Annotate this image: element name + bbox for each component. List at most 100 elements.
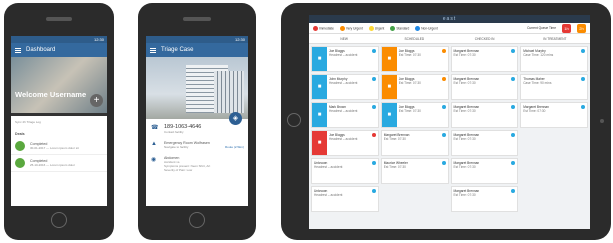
patient-avatar-icon: ■ [381, 103, 397, 127]
patient-card[interactable]: ■ Joe Bloggs Est Time: 07:30 [380, 74, 449, 100]
status-icon [15, 158, 25, 168]
patient-card[interactable]: Margaret Brennan Est Time: 07:30 [450, 102, 519, 128]
patient-detail: Est Time: 07:30 [398, 109, 421, 114]
phone-2-home-button[interactable] [189, 212, 205, 228]
legend-item[interactable]: Non-Urgent [415, 25, 438, 31]
shield-icon[interactable]: ◈ [229, 112, 242, 125]
phone-1-device: 12:30 Dashboard Welcome Username + Sync … [4, 3, 114, 240]
patient-avatar-icon: ■ [312, 75, 327, 99]
patient-detail: Est Time: 07:30 [383, 165, 406, 170]
patient-card[interactable]: ■ Joe Bloggs Est Time: 07:30 [380, 46, 449, 72]
patient-detail: Headrest – accident [314, 165, 343, 170]
patient-detail: Est Time: 07:30 [523, 109, 546, 114]
app-header: Triage Case [146, 43, 248, 57]
list-item[interactable]: Completed 25-10-2016 — Lorem ipsum dolor [11, 155, 107, 172]
column-header: NEW [340, 37, 348, 41]
patient-card[interactable]: ■ Joe Bloggs Headrest – accident [311, 46, 379, 72]
phone-2-screen: 12:30 Triage Case ◈ ☎ 189-1063-4646 Cont… [146, 36, 248, 206]
facility-row[interactable]: ▲ Emergency Room Wolfrasen Navigate to f… [146, 136, 248, 151]
menu-icon[interactable] [150, 47, 156, 54]
tablet-screen: east Immediate Very Urgent Urgent Standard N… [309, 15, 590, 229]
welcome-hero: Welcome Username + [11, 57, 107, 113]
priority-dot [511, 105, 516, 109]
priority-dot [581, 77, 585, 81]
patient-card[interactable]: Margaret Brennan Est Time: 07:30 [450, 158, 519, 184]
patient-card[interactable]: ■ John Murphy Headrest – accident [311, 74, 379, 100]
queue-label: Current Queue Time [527, 26, 556, 30]
patient-card[interactable]: Margaret Brennan Est Time: 07:30 [450, 186, 519, 212]
queue-button[interactable]: 1h [562, 23, 571, 33]
priority-dot [511, 77, 516, 81]
patient-card[interactable]: Maurice Wheeler Est Time: 07:30 [380, 158, 449, 184]
legend-label: Non-Urgent [421, 25, 438, 30]
priority-dot [371, 77, 376, 81]
patient-card[interactable]: Unknown Headrest – accident [311, 186, 379, 212]
app-header: Dashboard [11, 43, 107, 57]
legend-dot [390, 25, 396, 31]
tablet-home-button[interactable] [287, 113, 301, 127]
phone-1-home-button[interactable] [51, 212, 67, 228]
patient-card[interactable]: ■ Joe Bloggs Est Time: 07:30 [380, 102, 449, 128]
patient-card[interactable]: Margaret Brennan Est Time: 07:30 [450, 130, 519, 156]
patient-detail: Est Time: 07:30 [398, 53, 421, 58]
patient-detail: Headrest – accident [329, 53, 358, 58]
column-header: CHECKED IN [474, 37, 495, 41]
status-bar: 12:30 [146, 36, 248, 43]
legend-dot [415, 25, 421, 31]
patient-detail: Headrest – accident [314, 193, 343, 198]
patient-avatar-icon: ■ [381, 47, 397, 71]
queue-button[interactable]: 2h [577, 23, 586, 33]
case-line: Severity of Pain: Low [164, 168, 193, 172]
legend-label: Immediate [319, 25, 334, 30]
column-header: SCHEDULED [404, 37, 425, 41]
menu-icon[interactable] [15, 47, 21, 54]
priority-dot [511, 133, 516, 137]
triage-legend: Immediate Very Urgent Urgent Standard Non-Ur… [309, 23, 590, 34]
header-title: Dashboard [26, 47, 56, 53]
route-link[interactable]: Route (2.5km) [225, 145, 244, 149]
status-time: 12:30 [93, 37, 104, 42]
patient-card[interactable]: Margaret Brennan Est Time: 07:30 [520, 102, 588, 128]
board-column: ■ Joe Bloggs Est Time: 07:30 ■ Joe Bloggs Est… [380, 46, 449, 212]
legend-dot [368, 25, 374, 31]
legend-dot [313, 25, 318, 31]
patient-card[interactable]: Unknown Headrest – accident [311, 158, 379, 184]
add-button[interactable]: + [90, 94, 103, 107]
status-icon [15, 141, 25, 151]
priority-dot [511, 189, 516, 193]
navigate-icon: ▲ [151, 141, 157, 147]
patient-card[interactable]: ■ Joe Bloggs Headrest – accident [311, 130, 379, 156]
welcome-text: Welcome Username [15, 90, 87, 99]
patient-detail: Est Time: 07:30 [453, 109, 476, 114]
patient-card[interactable]: Thomas Maher Case Time: 90 mins [520, 74, 588, 100]
phone-2-device: 12:30 Triage Case ◈ ☎ 189-1063-4646 Cont… [138, 3, 256, 240]
patient-detail: Headrest – accident [329, 137, 358, 142]
legend-item[interactable]: Very Urgent [339, 25, 363, 31]
triage-board: ■ Joe Bloggs Headrest – accident ■ John Murp… [309, 44, 590, 214]
phone-1-screen: 12:30 Dashboard Welcome Username + Sync … [11, 36, 107, 206]
legend-label: Urgent [374, 25, 385, 30]
priority-dot [441, 105, 446, 109]
legend-item[interactable]: Urgent [368, 25, 385, 31]
info-icon: ◉ [151, 157, 157, 163]
patient-card[interactable]: Margaret Brennan Est Time: 07:30 [380, 130, 449, 156]
patient-detail: Est Time: 07:30 [383, 137, 406, 142]
priority-dot [511, 161, 516, 165]
patient-detail: Est Time: 07:30 [453, 137, 476, 142]
building-wing-image [214, 71, 244, 113]
legend-item[interactable]: Immediate [313, 25, 334, 31]
patient-card[interactable]: ■ Mark Brown Headrest – accident [311, 102, 379, 128]
legend-label: Standard [396, 25, 410, 30]
patient-detail: Est Time: 07:30 [453, 53, 476, 58]
patient-avatar-icon: ■ [312, 131, 327, 155]
patient-card[interactable]: Margaret Brennan Est Time: 07:30 [450, 46, 519, 72]
patient-card[interactable]: Michael Murphy Case Time: 120 mins [520, 46, 588, 72]
patient-detail: Headrest – accident [329, 81, 358, 86]
patient-card[interactable]: Margaret Brennan Est Time: 07:30 [450, 74, 519, 100]
priority-dot [371, 133, 376, 137]
priority-dot [511, 49, 516, 53]
legend-item[interactable]: Standard [390, 25, 410, 31]
facility-photo: ◈ [146, 57, 248, 125]
list-item[interactable]: Completed 30-01-2017 — Lorem ipsum dolor… [11, 138, 107, 155]
column-header: IN TREATMENT [543, 37, 567, 41]
